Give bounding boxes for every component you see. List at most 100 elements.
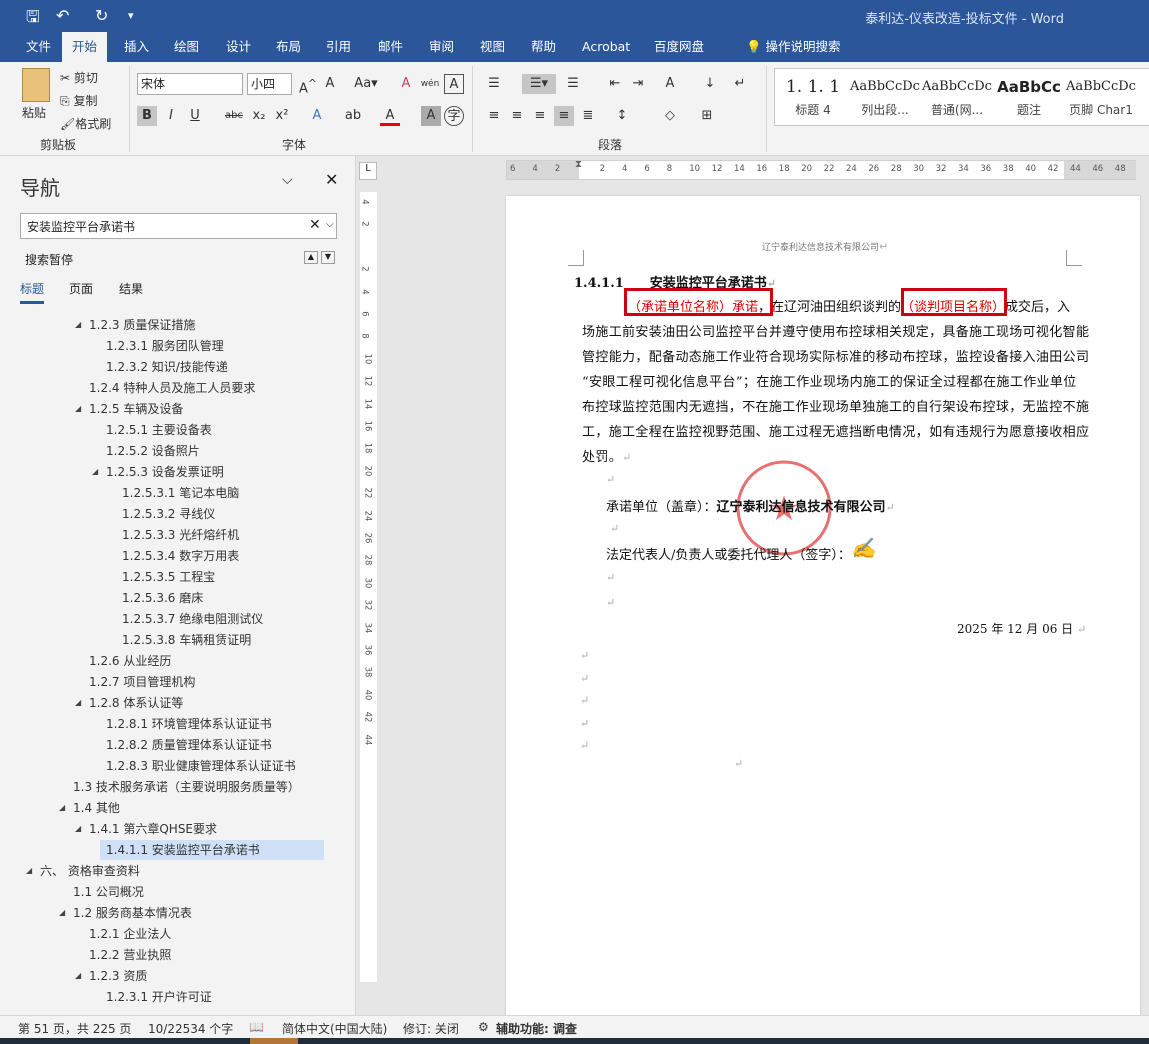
tab-selector-icon[interactable]: L [359, 162, 377, 180]
collapse-arrow-icon[interactable]: ◢ [75, 404, 81, 413]
search-dropdown-icon[interactable]: ⌵ [326, 219, 334, 230]
tab-5[interactable]: 布局 [266, 32, 311, 62]
multilevel-list-icon[interactable]: ☰ [563, 74, 583, 94]
shrink-font-icon[interactable]: A [320, 74, 340, 94]
nav-heading-item[interactable]: 1.2.5.3 设备发票证明 [104, 462, 226, 482]
line-spacing-icon[interactable]: ↕ [612, 106, 632, 126]
distributed-icon[interactable]: ≣ [578, 106, 598, 126]
nav-heading-item[interactable]: 1.2.5.2 设备照片 [104, 441, 202, 461]
bullets-icon[interactable]: ☰ [484, 74, 504, 94]
nav-heading-item[interactable]: 1.2.7 项目管理机构 [87, 672, 197, 692]
subscript-icon[interactable]: x₂ [249, 106, 269, 126]
style-item[interactable]: AaBbCcDc 普通(网... [921, 73, 993, 118]
accessibility-icon[interactable]: ⚙ [478, 1020, 489, 1034]
clear-format-icon[interactable]: A [396, 74, 416, 94]
nav-heading-item[interactable]: 六、 资格审查资料 [38, 861, 142, 881]
nav-heading-item[interactable]: 1.2.3 质量保证措施 [87, 315, 197, 335]
horizontal-ruler[interactable]: 6 4 2 2 4 6 8 10 12 14 16 18 20 22 24 26 28 30 32 34 36 38 40 4… [506, 159, 1136, 180]
tab-7[interactable]: 邮件 [368, 32, 413, 62]
char-shading-icon[interactable]: A [421, 106, 441, 126]
track-changes[interactable]: 修订: 关闭 [403, 1020, 459, 1037]
nav-heading-item[interactable]: 1.2.6 从业经历 [87, 651, 173, 671]
collapse-arrow-icon[interactable]: ◢ [75, 971, 81, 980]
increase-indent-icon[interactable]: ⇥ [628, 74, 648, 94]
nav-heading-item[interactable]: 1.2.5.3.2 寻线仪 [120, 504, 217, 524]
tab-0[interactable]: 文件 [16, 32, 61, 62]
nav-heading-item[interactable]: 1.2.3.1 服务团队管理 [104, 336, 226, 356]
nav-heading-item[interactable]: 1.2.5.3.8 车辆租赁证明 [120, 630, 253, 650]
collapse-arrow-icon[interactable]: ◢ [92, 467, 98, 476]
phonetic-guide-icon[interactable]: wén [420, 74, 440, 94]
strikethrough-icon[interactable]: abc [224, 106, 244, 126]
nav-heading-item[interactable]: 1.2.3 资质 [87, 966, 149, 986]
tell-me-search[interactable]: 💡 操作说明搜索 [736, 32, 851, 62]
nav-close-icon[interactable]: ✕ [325, 170, 338, 189]
next-result-icon[interactable]: ▼ [321, 251, 335, 264]
nav-heading-item[interactable]: 1.3 技术服务承诺（主要说明服务质量等） [71, 777, 302, 797]
align-center-icon[interactable]: ≡ [507, 106, 527, 126]
document-page[interactable]: 辽宁泰利达信息技术有限公司↵ 1.4.1.1 安装监控平台承诺书↵ （承诺单位名称… [506, 196, 1140, 1016]
previous-result-icon[interactable]: ▲ [304, 251, 318, 264]
paste-button[interactable]: 粘贴 [22, 104, 46, 121]
font-color-icon[interactable]: A [380, 106, 400, 126]
nav-tab-0[interactable]: 标题 [20, 280, 45, 304]
undo-icon[interactable]: ↶ [56, 6, 69, 25]
align-left-icon[interactable]: ≡ [484, 106, 504, 126]
nav-heading-item[interactable]: 1.2.5.3.1 笔记本电脑 [120, 483, 241, 503]
nav-heading-item[interactable]: 1.2.2 营业执照 [87, 945, 173, 965]
nav-heading-item[interactable]: 1.2.5.3.4 数字万用表 [120, 546, 241, 566]
underline-icon[interactable]: U [185, 106, 205, 126]
italic-icon[interactable]: I [161, 106, 181, 126]
align-right-icon[interactable]: ≡ [530, 106, 550, 126]
nav-heading-item[interactable]: 1.2.3.1 开户许可证 [104, 987, 214, 1007]
highlight-icon[interactable]: ab [343, 106, 363, 126]
nav-heading-item[interactable]: 1.2 服务商基本情况表 [71, 903, 194, 923]
tab-4[interactable]: 设计 [216, 32, 261, 62]
collapse-arrow-icon[interactable]: ◢ [75, 824, 81, 833]
bold-icon[interactable]: B [137, 106, 157, 126]
page-count[interactable]: 第 51 页，共 225 页 [18, 1020, 131, 1037]
nav-heading-item[interactable]: 1.1 公司概况 [71, 882, 146, 902]
collapse-arrow-icon[interactable]: ◢ [75, 320, 81, 329]
nav-heading-item[interactable]: 1.4.1.1 安装监控平台承诺书 [100, 840, 324, 860]
accessibility-status[interactable]: 辅助功能: 调查 [496, 1020, 577, 1037]
numbering-icon[interactable]: ☰▾ [522, 74, 556, 94]
nav-heading-item[interactable]: 1.4.1 第六章QHSE要求 [87, 819, 219, 839]
copy-button[interactable]: ⎘ 复制 [60, 92, 97, 109]
nav-heading-item[interactable]: 1.2.1 企业法人 [87, 924, 173, 944]
nav-heading-item[interactable]: 1.2.8.3 职业健康管理体系认证证书 [104, 756, 298, 776]
nav-tab-2[interactable]: 结果 [119, 280, 143, 297]
char-border-icon[interactable]: A [444, 74, 464, 94]
nav-heading-item[interactable]: 1.2.5.3.7 绝缘电阻测试仪 [120, 609, 265, 629]
cut-button[interactable]: ✂ 剪切 [60, 69, 98, 86]
style-item[interactable]: AaBbCc 题注 [993, 73, 1065, 118]
show-marks-icon[interactable]: ↵ [730, 74, 750, 94]
enclose-char-icon[interactable]: 字 [444, 106, 464, 126]
shading-icon[interactable]: ◇ [660, 106, 680, 126]
tab-1[interactable]: 开始 [62, 32, 108, 62]
font-name-select[interactable]: 宋体 [137, 73, 243, 95]
text-effects-icon[interactable]: A [307, 106, 327, 126]
style-item[interactable]: AaBbCcDc 列出段... [849, 73, 921, 118]
nav-heading-item[interactable]: 1.4 其他 [71, 798, 122, 818]
nav-tab-1[interactable]: 页面 [69, 280, 93, 297]
clear-search-icon[interactable]: ✕ [309, 217, 321, 233]
indent-marker-icon[interactable]: ⧗ [575, 159, 582, 170]
tab-3[interactable]: 绘图 [164, 32, 209, 62]
tab-12[interactable]: 百度网盘 [644, 32, 714, 62]
collapse-arrow-icon[interactable]: ◢ [75, 698, 81, 707]
nav-heading-item[interactable]: 1.2.8.2 质量管理体系认证证书 [104, 735, 274, 755]
grow-font-icon[interactable]: A^ [298, 74, 318, 96]
nav-heading-item[interactable]: 1.2.8.1 环境管理体系认证证书 [104, 714, 274, 734]
nav-heading-item[interactable]: 1.2.5.3.6 磨床 [120, 588, 205, 608]
nav-heading-item[interactable]: 1.2.3.2 知识/技能传递 [104, 357, 230, 377]
nav-search-input[interactable]: 安装监控平台承诺书 ✕ ⌵ [20, 213, 337, 239]
borders-icon[interactable]: ⊞ [697, 106, 717, 126]
tab-9[interactable]: 视图 [470, 32, 515, 62]
collapse-arrow-icon[interactable]: ◢ [26, 866, 32, 875]
word-count[interactable]: 10/22534 个字 [148, 1020, 233, 1037]
superscript-icon[interactable]: x² [272, 106, 292, 126]
sort-icon[interactable]: ↓ [700, 74, 720, 94]
nav-heading-item[interactable]: 1.2.8 体系认证等 [87, 693, 185, 713]
tab-10[interactable]: 帮助 [521, 32, 566, 62]
